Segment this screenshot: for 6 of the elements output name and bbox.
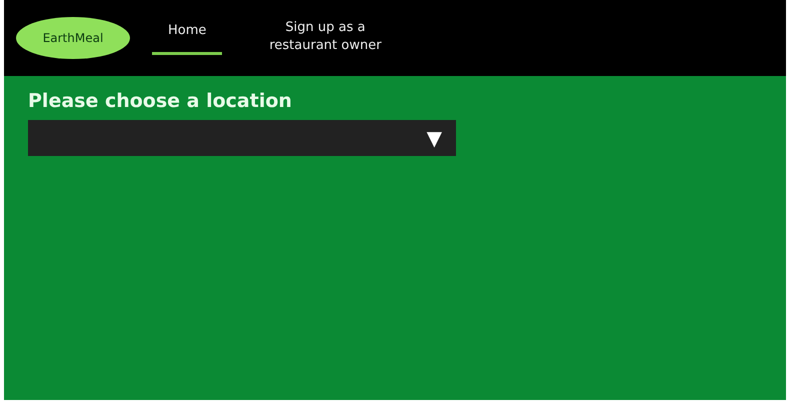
location-dropdown[interactable]: ▼: [28, 120, 456, 156]
location-heading: Please choose a location: [28, 90, 293, 112]
nav-link[interactable]: Sign up as a restaurant owner: [242, 12, 408, 64]
nav-link[interactable]: Home: [152, 22, 222, 54]
logo[interactable]: EarthMeal: [16, 17, 130, 59]
dropdown-arrow-icon: ▼: [426, 128, 442, 148]
